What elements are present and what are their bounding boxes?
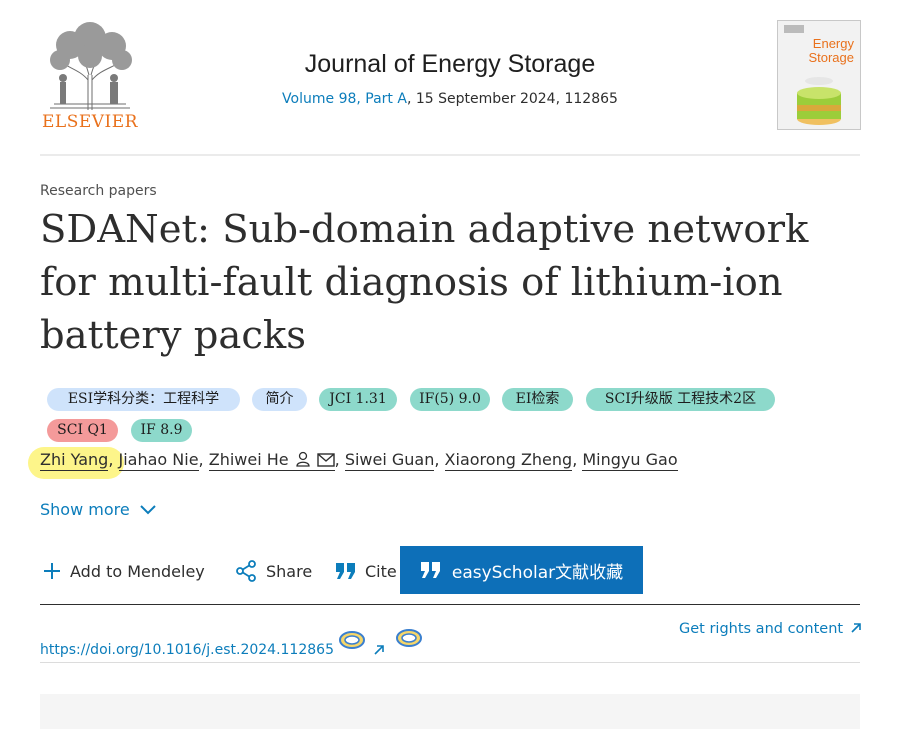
author-link-jiahao-nie[interactable]: Jiahao Nie xyxy=(118,450,199,471)
journal-title: Journal of Energy Storage xyxy=(240,50,660,79)
elsevier-logo[interactable]: ELSEVIER xyxy=(40,20,140,132)
external-link-icon xyxy=(851,623,861,633)
doi-row: https://doi.org/10.1016/j.est.2024.11286… xyxy=(40,628,423,658)
toolbar-divider xyxy=(40,604,860,605)
quote-icon xyxy=(336,563,355,579)
cite-button[interactable]: Cite xyxy=(335,560,397,582)
plus-icon xyxy=(44,563,60,579)
header-divider xyxy=(40,154,860,156)
person-icon xyxy=(295,451,310,467)
author-separator: , xyxy=(198,450,204,469)
content-panel xyxy=(40,694,860,729)
envelope-icon xyxy=(316,453,335,467)
show-more-label: Show more xyxy=(40,500,130,519)
add-to-mendeley-button[interactable]: Add to Mendeley xyxy=(42,560,205,582)
journal-cover-image[interactable]: Energy Storage xyxy=(777,20,861,130)
publisher-name: ELSEVIER xyxy=(42,112,138,132)
author-link-mingyu-gao[interactable]: Mingyu Gao xyxy=(582,450,678,471)
author-separator: , xyxy=(334,450,340,469)
article-type: Research papers xyxy=(40,183,157,199)
quote-icon xyxy=(420,562,440,578)
cover-title-line1: Energy xyxy=(812,36,854,51)
journal-title-link[interactable]: Journal of Energy Storage xyxy=(305,50,595,78)
volume-date: , 15 September 2024, 112865 xyxy=(406,91,618,107)
chevron-down-icon xyxy=(139,504,156,514)
author-separator: , xyxy=(434,450,440,469)
tag-if[interactable]: IF 8.9 xyxy=(131,419,192,442)
author-separator: , xyxy=(108,450,114,469)
author-list: Zhi Yang, Jiahao Nie, Zhiwei He, Siwei G… xyxy=(40,450,678,471)
author-link-siwei-guan[interactable]: Siwei Guan xyxy=(344,450,435,471)
tag-esi[interactable]: ESI学科分类：工程科学 xyxy=(47,388,240,411)
author-link-xiaorong-zheng[interactable]: Xiaorong Zheng xyxy=(444,450,573,471)
cite-label: Cite xyxy=(365,561,397,581)
doi-divider xyxy=(40,662,860,663)
tree-logo-icon xyxy=(50,22,132,110)
easyscholar-button[interactable]: easyScholar文献收藏 xyxy=(400,546,643,594)
cover-title-line2: Storage xyxy=(808,50,854,65)
tag-intro[interactable]: 简介 xyxy=(252,388,307,411)
tag-if5[interactable]: IF(5) 9.0 xyxy=(410,388,490,411)
rights-label: Get rights and content xyxy=(679,621,844,637)
share-icon xyxy=(236,560,256,582)
author-name: Zhiwei He xyxy=(208,450,289,469)
scholar-plugin-icon[interactable] xyxy=(338,630,366,650)
volume-link[interactable]: Volume 98, Part A xyxy=(282,91,407,107)
doi-link[interactable]: https://doi.org/10.1016/j.est.2024.11286… xyxy=(40,642,334,658)
tag-ei[interactable]: EI检索 xyxy=(502,388,573,411)
author-link-zhiwei-he[interactable]: Zhiwei He xyxy=(208,450,335,471)
tag-sci-q1[interactable]: SCI Q1 xyxy=(47,419,118,442)
author-link-zhi-yang[interactable]: Zhi Yang xyxy=(40,450,109,471)
show-more-button[interactable]: Show more xyxy=(40,500,156,519)
mendeley-label: Add to Mendeley xyxy=(70,561,205,581)
battery-graphic-icon xyxy=(797,77,841,125)
easyscholar-label: easyScholar文献收藏 xyxy=(451,562,624,583)
get-rights-link[interactable]: Get rights and content xyxy=(679,621,862,637)
cover-logo-mark xyxy=(784,25,804,33)
external-link-icon xyxy=(374,645,384,655)
tag-jci[interactable]: JCI 1.31 xyxy=(319,388,397,411)
article-title: SDANet: Sub-domain adaptive network for … xyxy=(40,207,809,358)
tag-sci-upgrade[interactable]: SCI升级版 工程技术2区 xyxy=(586,388,775,411)
volume-info: Volume 98, Part A, 15 September 2024, 11… xyxy=(240,91,660,107)
share-label: Share xyxy=(266,561,313,581)
scholar-plugin-icon[interactable] xyxy=(395,628,423,648)
cover-title: Energy Storage xyxy=(808,37,854,65)
share-button[interactable]: Share xyxy=(234,560,312,582)
author-separator: , xyxy=(572,450,578,469)
